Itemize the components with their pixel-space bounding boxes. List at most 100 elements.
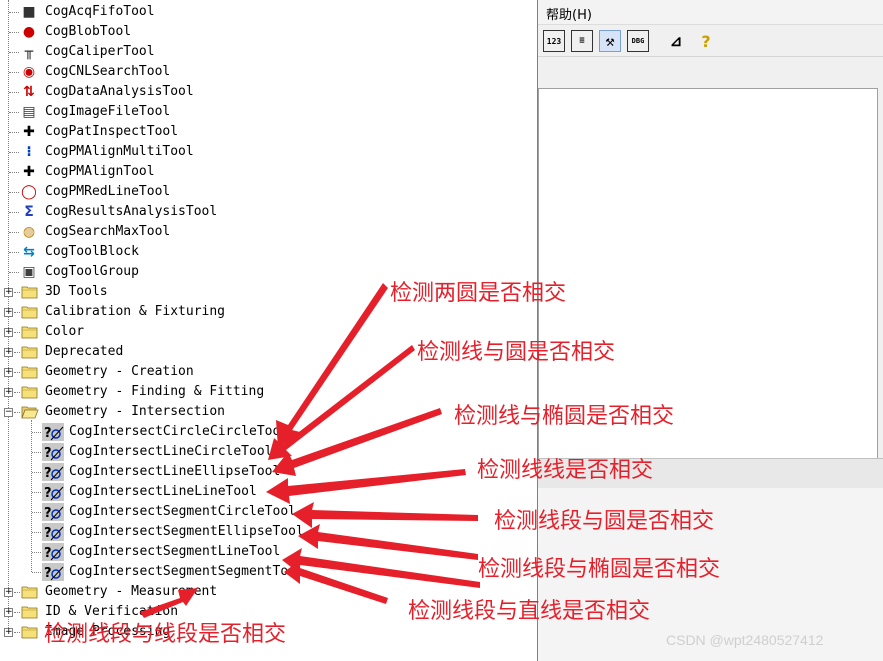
tree-connector: [9, 252, 19, 253]
tree-item-label: CogDataAnalysisTool: [45, 84, 194, 99]
tree-item-tool[interactable]: ● CogBlobTool: [0, 22, 530, 42]
tree-folder-label: Color: [45, 324, 85, 339]
tools-button[interactable]: ⚒: [599, 30, 621, 52]
intersect-tool-icon: ?: [42, 483, 64, 501]
collapse-icon[interactable]: −: [4, 408, 13, 417]
intersect-tool-icon: ?: [42, 463, 64, 481]
tree-item-label: CogToolGroup: [45, 264, 139, 279]
expand-icon[interactable]: +: [4, 628, 13, 637]
tree-folder-label: Geometry - Intersection: [45, 404, 226, 419]
tree-item-tool[interactable]: ◉ CogCNLSearchTool: [0, 62, 530, 82]
multi-align-icon: ⁝: [26, 144, 32, 160]
tree-item-tool[interactable]: ▤ CogImageFileTool: [0, 102, 530, 122]
tree-connector: [32, 552, 41, 553]
tree-item-label: CogIntersectSegmentSegmentTool: [69, 564, 304, 579]
tree-item-tool[interactable]: ✚ CogPMAlignTool: [0, 162, 530, 182]
annotation-line-line: 检测线线是否相交: [477, 458, 654, 483]
tree-item-tool[interactable]: Σ CogResultsAnalysisTool: [0, 202, 530, 222]
expand-icon[interactable]: +: [4, 288, 13, 297]
tree-item-intersect-tool[interactable]: ? CogIntersectLineCircleTool: [0, 442, 530, 462]
intersect-tool-icon: ?: [42, 503, 64, 521]
tree-connector: [14, 612, 20, 613]
expand-icon[interactable]: +: [4, 388, 13, 397]
folder-icon: [21, 625, 39, 639]
tree-connector: [32, 432, 41, 433]
tree-item-intersect-tool[interactable]: ? CogIntersectSegmentEllipseTool: [0, 522, 530, 542]
tree-item-tool[interactable]: ⁝ CogPMAlignMultiTool: [0, 142, 530, 162]
tree-item-label: CogIntersectLineLineTool: [69, 484, 257, 499]
tree-item-label: CogPMAlignMultiTool: [45, 144, 194, 159]
tree-connector: [32, 512, 41, 513]
open-folder-icon: [21, 405, 39, 419]
tree-item-intersect-tool[interactable]: ? CogIntersectSegmentSegmentTool: [0, 562, 530, 582]
toolbar: 123 ≡ ⚒ DBG ⊿ ?: [538, 26, 883, 57]
tree-connector: [9, 92, 19, 93]
svg-text:?: ?: [44, 486, 52, 501]
tree-item-tool[interactable]: ✚ CogPatInspectTool: [0, 122, 530, 142]
tree-connector: [14, 292, 20, 293]
annotation-line-circle: 检测线与圆是否相交: [417, 340, 616, 365]
redline-icon: ◯: [21, 184, 37, 200]
tree-item-label: CogPMRedLineTool: [45, 184, 171, 199]
annotation-segment-segment: 检测线段与线段是否相交: [44, 622, 287, 647]
caliper-icon: ╥: [24, 44, 34, 60]
tree-item-intersect-tool[interactable]: ? CogIntersectLineEllipseTool: [0, 462, 530, 482]
tree-item-label: CogIntersectSegmentLineTool: [69, 544, 281, 559]
tree-folder-6[interactable]: − Geometry - Intersection: [0, 402, 530, 422]
list-view-button[interactable]: ≡: [571, 30, 593, 52]
expand-icon[interactable]: +: [4, 368, 13, 377]
debug-button[interactable]: DBG: [627, 30, 649, 52]
folder-icon: [21, 365, 39, 379]
folder-icon: [21, 385, 39, 399]
tree-connector: [9, 232, 19, 233]
folder-icon: [21, 285, 39, 299]
tree-item-tool[interactable]: ⇆ CogToolBlock: [0, 242, 530, 262]
intersect-tool-icon: ?: [42, 543, 64, 561]
inspect-icon: ✚: [23, 124, 35, 140]
tree-item-tool[interactable]: ⇅ CogDataAnalysisTool: [0, 82, 530, 102]
measure-button[interactable]: ⊿: [665, 30, 687, 52]
expand-icon[interactable]: +: [4, 308, 13, 317]
image-file-icon: ▤: [22, 104, 36, 120]
svg-text:?: ?: [44, 466, 52, 481]
camera-icon: ■: [22, 4, 36, 20]
tree-item-intersect-tool[interactable]: ? CogIntersectSegmentCircleTool: [0, 502, 530, 522]
svg-text:?: ?: [44, 566, 52, 581]
data-analysis-icon: ⇅: [23, 84, 35, 100]
tree-item-tool[interactable]: ╥ CogCaliperTool: [0, 42, 530, 62]
tree-connector: [32, 472, 41, 473]
tree-item-label: CogToolBlock: [45, 244, 139, 259]
svg-text:?: ?: [44, 446, 52, 461]
tree-folder-label: 3D Tools: [45, 284, 108, 299]
tree-folder-5[interactable]: + Geometry - Finding & Fitting: [0, 382, 530, 402]
expand-icon[interactable]: +: [4, 588, 13, 597]
tree-item-intersect-tool[interactable]: ? CogIntersectSegmentLineTool: [0, 542, 530, 562]
tree-item-tool[interactable]: ◯ CogPMRedLineTool: [0, 182, 530, 202]
tool-tree-panel[interactable]: ■ CogAcqFifoTool ● CogBlobTool ╥ CogCaliperTo…: [0, 0, 538, 661]
expand-icon[interactable]: +: [4, 608, 13, 617]
tree-item-tool[interactable]: ■ CogAcqFifoTool: [0, 2, 530, 22]
tree-item-label: CogAcqFifoTool: [45, 4, 155, 19]
svg-text:?: ?: [44, 426, 52, 441]
tree-connector: [9, 72, 19, 73]
tree-folder-label: Calibration & Fixturing: [45, 304, 226, 319]
annotation-circle-circle: 检测两圆是否相交: [390, 281, 567, 306]
tree-item-intersect-tool[interactable]: ? CogIntersectCircleCircleTool: [0, 422, 530, 442]
tree-item-intersect-tool[interactable]: ? CogIntersectLineLineTool: [0, 482, 530, 502]
help-button[interactable]: ?: [695, 30, 717, 52]
expand-icon[interactable]: +: [4, 328, 13, 337]
intersect-tool-icon: ?: [42, 423, 64, 441]
tree-item-label: CogBlobTool: [45, 24, 132, 39]
numeric-display-button[interactable]: 123: [543, 30, 565, 52]
tree-item-label: CogResultsAnalysisTool: [45, 204, 218, 219]
expand-icon[interactable]: +: [4, 348, 13, 357]
folder-icon: [21, 305, 39, 319]
tree-item-tool[interactable]: ◍ CogSearchMaxTool: [0, 222, 530, 242]
intersect-tool-icon: ?: [42, 563, 64, 581]
tree-connector: [14, 352, 20, 353]
tree-connector: [32, 532, 41, 533]
annotation-line-ellipse: 检测线与椭圆是否相交: [454, 404, 675, 429]
menu-help[interactable]: 帮助(H): [546, 4, 592, 23]
tree-folder-label: Geometry - Creation: [45, 364, 194, 379]
tree-connector: [14, 632, 20, 633]
